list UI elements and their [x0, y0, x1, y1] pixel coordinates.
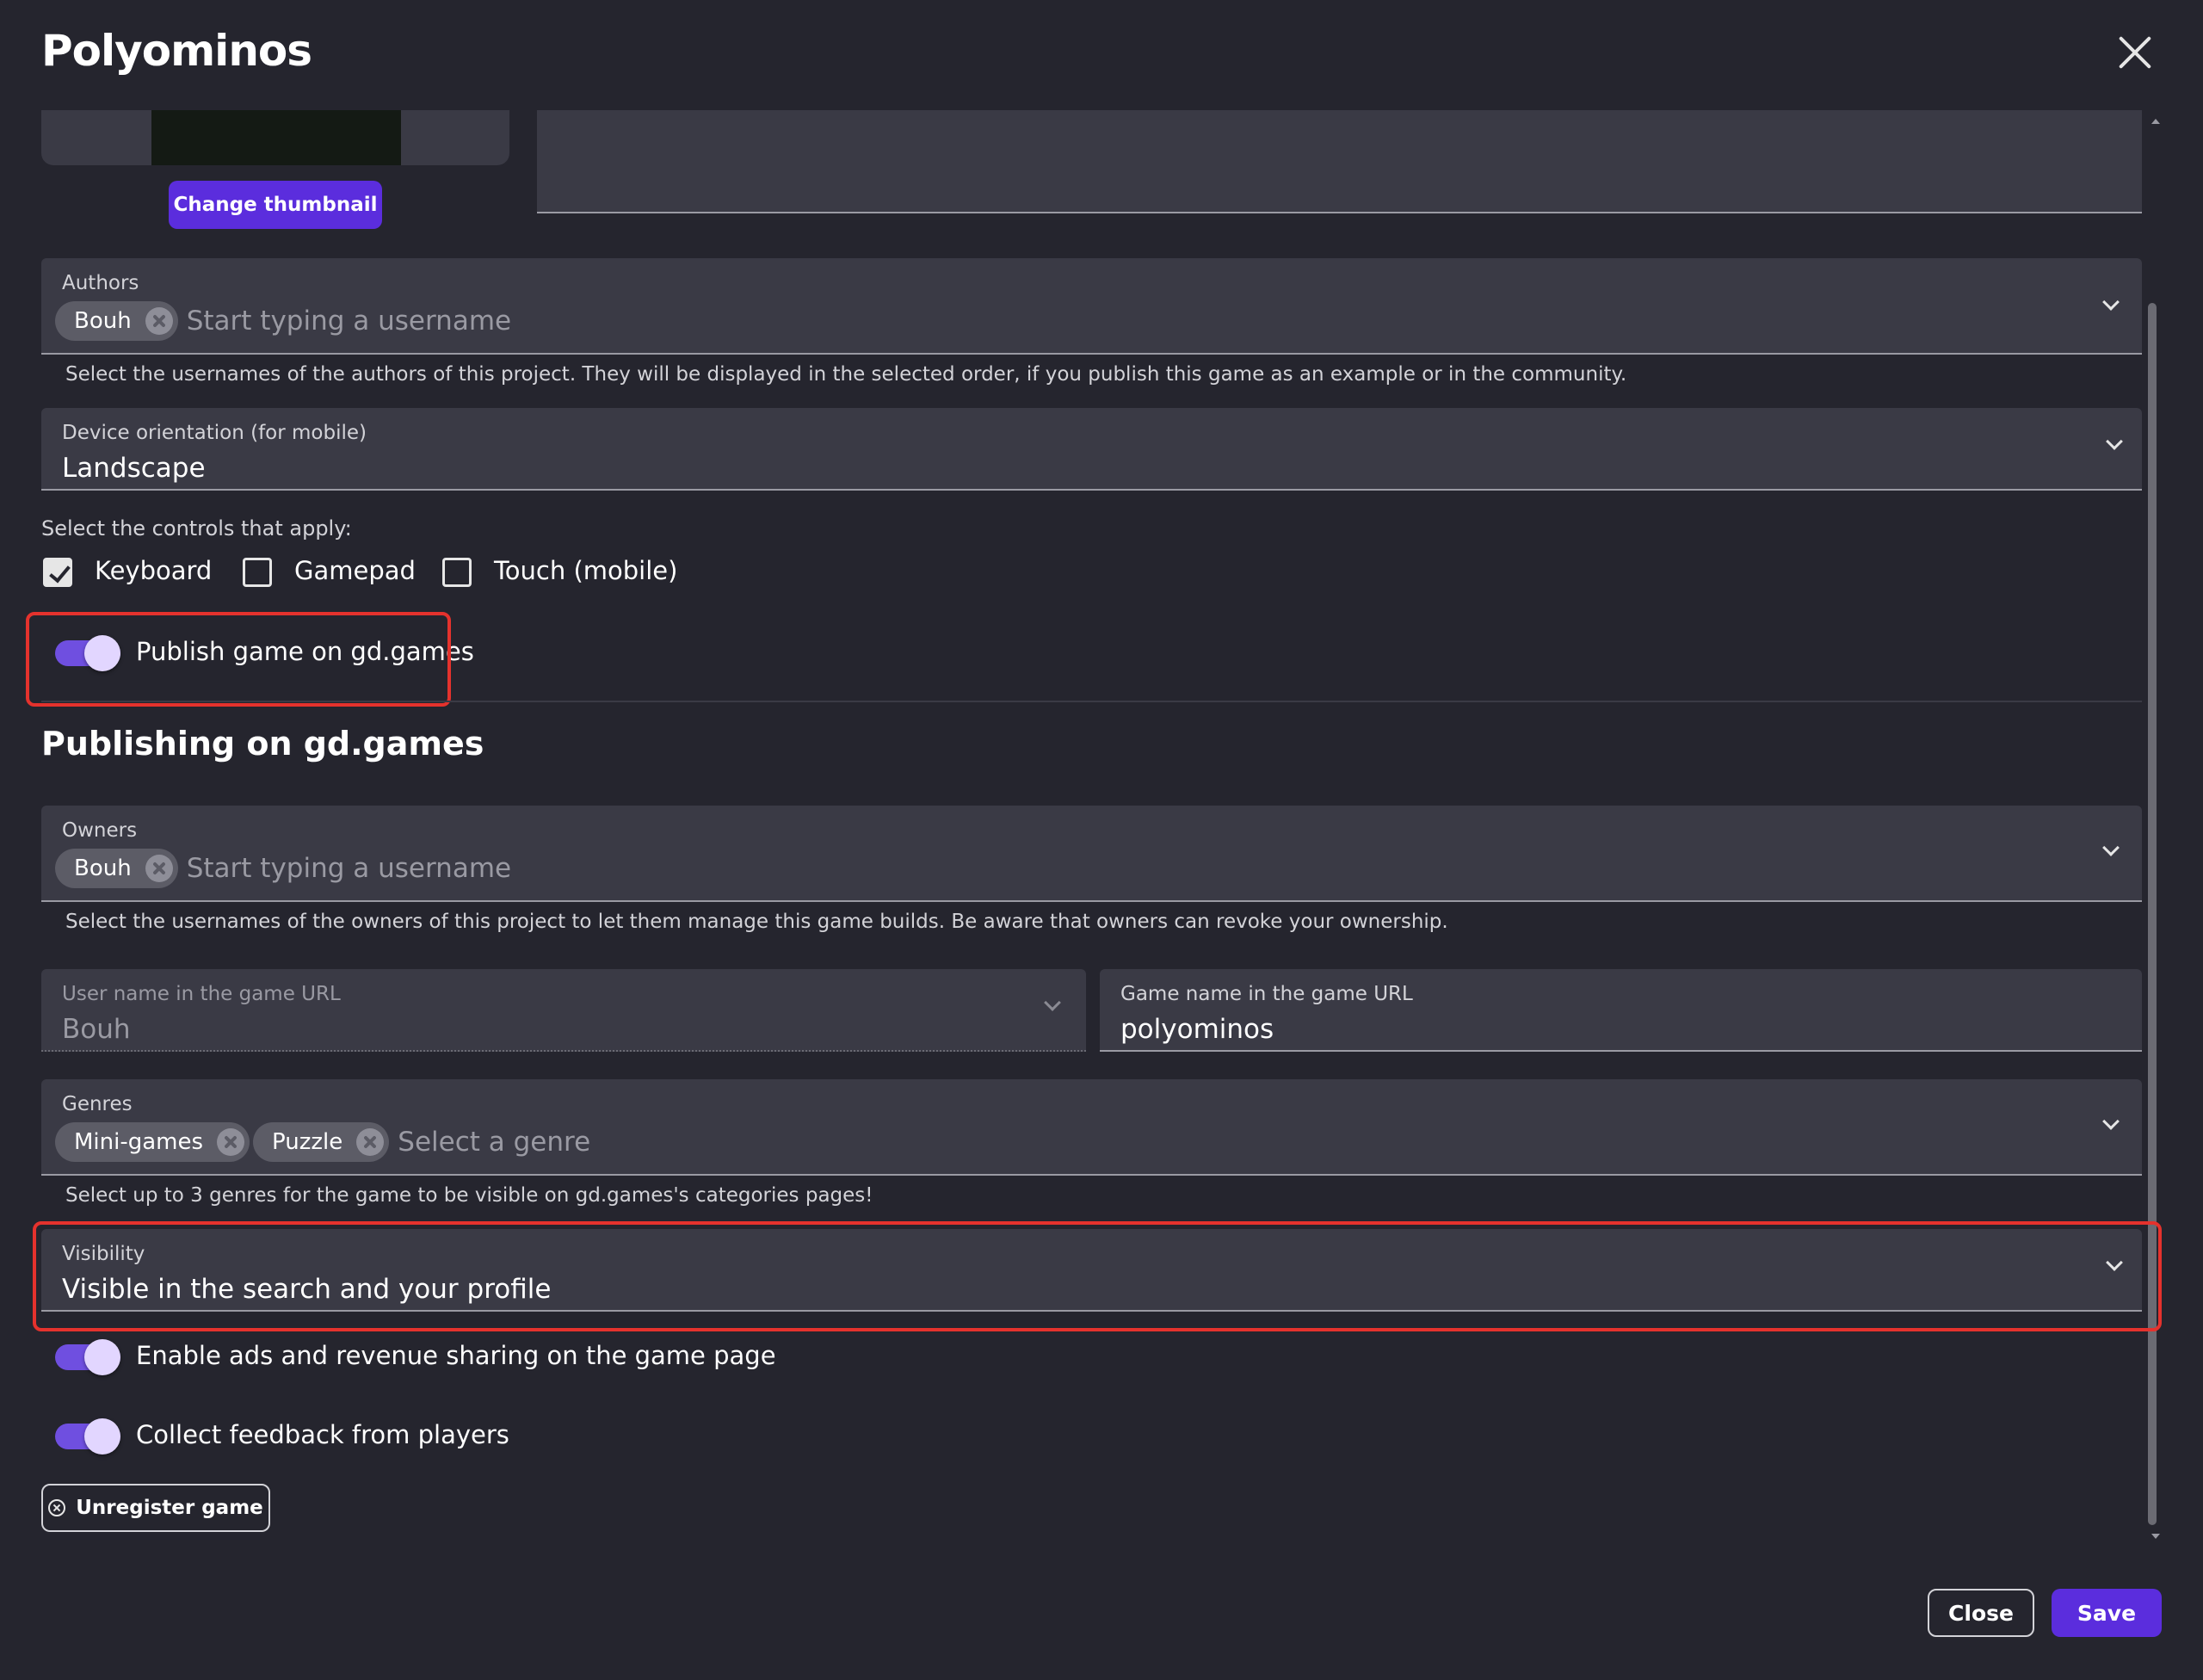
close-button[interactable]: Close	[1928, 1589, 2034, 1637]
orientation-value: Landscape	[62, 453, 206, 484]
user-url-label: User name in the game URL	[62, 983, 341, 1005]
remove-chip-icon[interactable]	[145, 307, 173, 335]
user-url-select: User name in the game URL Bouh	[41, 969, 1086, 1052]
ads-toggle-label: Enable ads and revenue sharing on the ga…	[136, 1341, 776, 1370]
description-field[interactable]	[537, 110, 2142, 213]
highlight-box	[26, 612, 451, 707]
chevron-down-icon[interactable]	[2106, 433, 2123, 450]
author-chip-label: Bouh	[74, 308, 132, 334]
author-chip: Bouh	[55, 301, 178, 341]
unregister-label: Unregister game	[76, 1497, 263, 1519]
highlight-box	[33, 1221, 2162, 1331]
remove-chip-icon[interactable]	[217, 1128, 245, 1156]
ads-toggle[interactable]	[55, 1339, 120, 1375]
feedback-toggle[interactable]	[55, 1418, 120, 1455]
genres-label: Genres	[62, 1093, 133, 1115]
unregister-button[interactable]: Unregister game	[41, 1484, 270, 1532]
orientation-select[interactable]: Device orientation (for mobile) Landscap…	[41, 408, 2142, 491]
user-url-value: Bouh	[62, 1014, 131, 1045]
chevron-down-icon	[1044, 994, 1061, 1011]
genre-chip-label: Puzzle	[272, 1129, 343, 1155]
scroll-up-arrow-icon[interactable]	[2151, 119, 2160, 124]
close-icon[interactable]	[2117, 34, 2153, 71]
cancel-circle-icon	[48, 1499, 66, 1516]
authors-field[interactable]: Authors Bouh Start typing a username	[41, 258, 2142, 355]
authors-helper-text: Select the usernames of the authors of t…	[65, 363, 1627, 386]
save-button[interactable]: Save	[2052, 1589, 2162, 1637]
keyboard-checkbox[interactable]	[43, 558, 72, 587]
touch-label: Touch (mobile)	[494, 556, 678, 585]
feedback-toggle-label: Collect feedback from players	[136, 1420, 509, 1449]
authors-label: Authors	[62, 272, 139, 294]
scrollbar-thumb[interactable]	[2148, 303, 2157, 1525]
keyboard-label: Keyboard	[95, 556, 213, 585]
owner-chip: Bouh	[55, 849, 178, 888]
game-url-input[interactable]: polyominos	[1120, 1014, 1274, 1045]
genres-helper-text: Select up to 3 genres for the game to be…	[65, 1184, 873, 1207]
game-url-label: Game name in the game URL	[1120, 983, 1413, 1005]
owner-chip-label: Bouh	[74, 855, 132, 881]
authors-input[interactable]: Start typing a username	[187, 306, 511, 337]
genre-chip: Puzzle	[253, 1122, 390, 1162]
gamepad-checkbox[interactable]	[243, 558, 272, 587]
genre-chip-label: Mini-games	[74, 1129, 204, 1155]
touch-checkbox[interactable]	[442, 558, 472, 587]
publishing-heading: Publishing on gd.games	[41, 725, 484, 763]
genres-field[interactable]: Genres Mini-games Puzzle Select a genre	[41, 1079, 2142, 1176]
section-divider	[41, 701, 2142, 702]
dialog-title: Polyominos	[41, 26, 312, 76]
controls-label: Select the controls that apply:	[41, 516, 352, 540]
genres-input[interactable]: Select a genre	[398, 1127, 590, 1158]
game-url-field[interactable]: Game name in the game URL polyominos	[1100, 969, 2142, 1052]
remove-chip-icon[interactable]	[145, 855, 173, 882]
remove-chip-icon[interactable]	[356, 1128, 385, 1156]
genre-chip: Mini-games	[55, 1122, 250, 1162]
scroll-down-arrow-icon[interactable]	[2151, 1534, 2160, 1539]
chevron-down-icon[interactable]	[2102, 839, 2120, 856]
chevron-down-icon[interactable]	[2102, 1113, 2120, 1130]
chevron-down-icon[interactable]	[2102, 293, 2120, 311]
change-thumbnail-button[interactable]: Change thumbnail	[169, 181, 382, 229]
orientation-label: Device orientation (for mobile)	[62, 422, 367, 444]
owners-input[interactable]: Start typing a username	[187, 853, 511, 884]
thumbnail-image	[151, 110, 401, 165]
gamepad-label: Gamepad	[294, 556, 416, 585]
owners-field[interactable]: Owners Bouh Start typing a username	[41, 806, 2142, 902]
owners-helper-text: Select the usernames of the owners of th…	[65, 911, 1448, 933]
owners-label: Owners	[62, 819, 138, 842]
